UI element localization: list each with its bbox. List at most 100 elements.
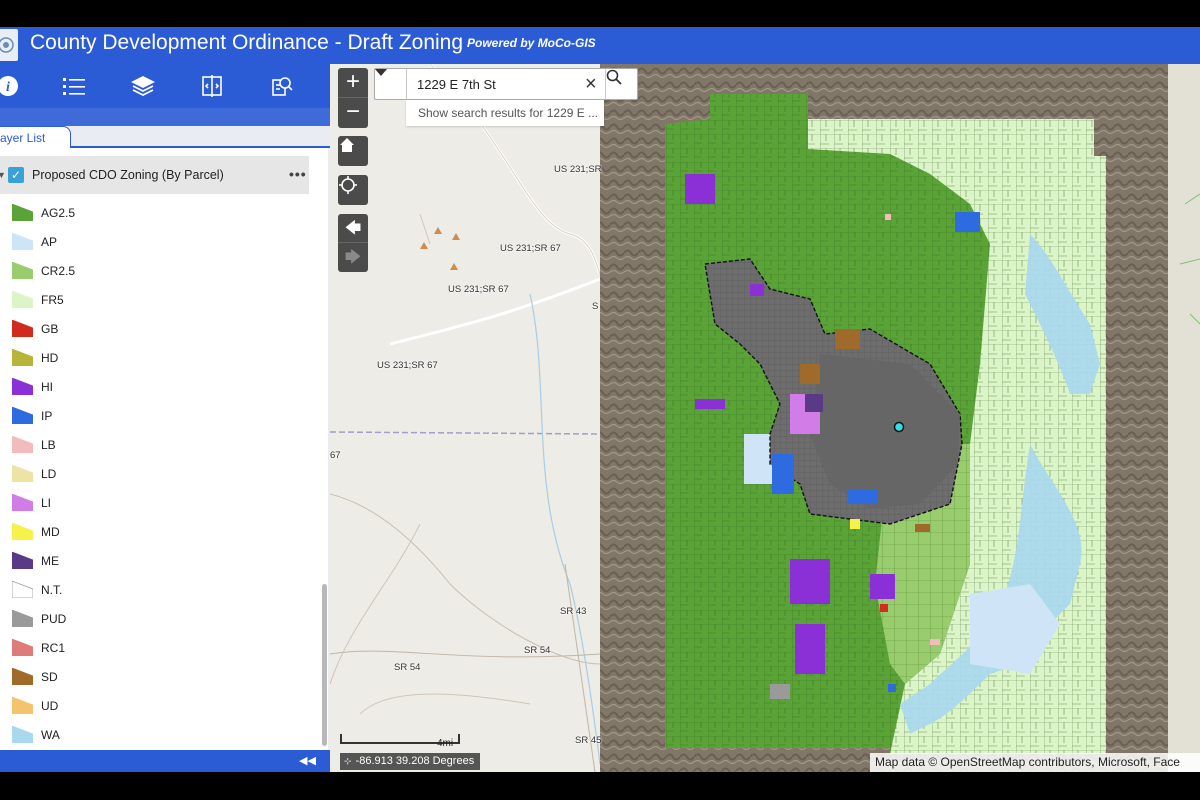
layer-list: ▼ ✓ Proposed CDO Zoning (By Parcel) ••• … bbox=[0, 148, 328, 750]
search-button[interactable] bbox=[605, 69, 637, 99]
info-icon[interactable]: i bbox=[0, 72, 22, 100]
legend-swatch bbox=[12, 668, 33, 685]
legend-label: HD bbox=[41, 351, 59, 365]
county-logo bbox=[0, 29, 18, 61]
legend-label: N.T. bbox=[41, 583, 63, 597]
map-view[interactable]: + − 🡄 🡆 × Show search results for 1229 E… bbox=[330, 64, 1200, 772]
search-suggestion[interactable]: Show search results for 1229 E ... bbox=[406, 100, 604, 126]
search-input[interactable] bbox=[417, 77, 577, 92]
road-label: US 231;SR 67 bbox=[448, 284, 509, 295]
road-label: 67 bbox=[330, 450, 341, 461]
legend-label: UD bbox=[41, 699, 59, 713]
legend-list-icon[interactable] bbox=[60, 72, 88, 100]
search-source-dropdown[interactable] bbox=[375, 69, 407, 99]
legend-item: HD bbox=[12, 349, 292, 369]
legend-swatch bbox=[12, 204, 33, 221]
panel-scrollbar[interactable] bbox=[322, 584, 327, 746]
legend-label: HI bbox=[41, 380, 53, 394]
legend-item: IP bbox=[12, 407, 292, 427]
legend-swatch bbox=[12, 262, 33, 279]
expand-icon[interactable]: ▼ bbox=[0, 170, 6, 180]
legend-label: AP bbox=[41, 235, 58, 249]
coordinate-readout: ⊹ -86.913 39.208 Degrees bbox=[340, 753, 481, 770]
road-label: US 231;SR bbox=[554, 164, 602, 175]
app-header: County Development Ordinance - Draft Zon… bbox=[0, 27, 1200, 64]
legend-label: CR2.5 bbox=[41, 264, 76, 278]
legend-item: SD bbox=[12, 668, 292, 688]
legend-swatch bbox=[12, 436, 33, 453]
zoom-out-button[interactable]: − bbox=[338, 98, 368, 128]
legend-swatch bbox=[12, 726, 33, 743]
zoom-controls: + − bbox=[338, 68, 368, 128]
legend-swatch bbox=[12, 639, 33, 656]
road-label: S bbox=[592, 301, 599, 312]
legend-item: AG2.5 bbox=[12, 204, 292, 224]
query-icon[interactable] bbox=[268, 72, 296, 100]
legend-swatch bbox=[12, 494, 33, 511]
toolbar-divider bbox=[0, 108, 330, 126]
legend-swatch bbox=[12, 465, 33, 482]
app-title: County Development Ordinance - Draft Zon… bbox=[30, 31, 464, 54]
previous-extent-button[interactable]: 🡄 bbox=[338, 214, 368, 243]
scale-label: 4mi bbox=[437, 738, 454, 749]
clear-search-icon[interactable]: × bbox=[585, 73, 597, 96]
legend-swatch bbox=[12, 581, 33, 598]
legend-swatch bbox=[12, 378, 33, 395]
layer-name: Proposed CDO Zoning (By Parcel) bbox=[32, 168, 224, 182]
legend-label: ME bbox=[41, 554, 59, 568]
coordinate-icon: ⊹ bbox=[344, 756, 352, 766]
legend-item: RC1 bbox=[12, 639, 292, 659]
legend-item: WA bbox=[12, 726, 292, 746]
legend-label: MD bbox=[41, 525, 60, 539]
legend-item: MD bbox=[12, 523, 292, 543]
legend-item: GB bbox=[12, 320, 292, 340]
extent-navigation: 🡄 🡆 bbox=[338, 214, 368, 272]
legend-label: LI bbox=[41, 496, 52, 510]
collapse-panel-icon[interactable]: ◀◀ bbox=[299, 754, 316, 767]
legend-item: AP bbox=[12, 233, 292, 253]
road-label: SR 54 bbox=[524, 645, 551, 656]
road-label: US 231;SR 67 bbox=[500, 243, 561, 254]
zoom-in-button[interactable]: + bbox=[338, 68, 368, 98]
legend-swatch bbox=[12, 697, 33, 714]
road-label: SR 45 bbox=[575, 735, 602, 746]
legend-swatch bbox=[12, 610, 33, 627]
legend-item: UD bbox=[12, 697, 292, 717]
legend-item: LB bbox=[12, 436, 292, 456]
legend-item: LI bbox=[12, 494, 292, 514]
next-extent-button[interactable]: 🡆 bbox=[338, 243, 368, 272]
legend-item: ME bbox=[12, 552, 292, 572]
search-widget: × bbox=[374, 68, 638, 100]
road-label: US 231;SR 67 bbox=[377, 360, 438, 371]
more-options-icon[interactable]: ••• bbox=[289, 166, 307, 182]
legend-item: PUD bbox=[12, 610, 292, 630]
legend-label: IP bbox=[41, 409, 53, 423]
locate-button[interactable] bbox=[338, 175, 368, 205]
swipe-icon[interactable] bbox=[198, 72, 226, 100]
legend-swatch bbox=[12, 407, 33, 424]
legend-swatch bbox=[12, 233, 33, 250]
legend-label: WA bbox=[41, 728, 60, 742]
layer-row[interactable]: ▼ ✓ Proposed CDO Zoning (By Parcel) ••• bbox=[0, 156, 309, 194]
legend-item: FR5 bbox=[12, 291, 292, 311]
road-label: SR 43 bbox=[560, 606, 587, 617]
home-icon bbox=[340, 138, 354, 152]
legend-label: SD bbox=[41, 670, 58, 684]
map-canvas[interactable] bbox=[330, 64, 1200, 772]
widget-toolbar: i bbox=[0, 64, 330, 108]
layers-icon[interactable] bbox=[129, 72, 157, 100]
panel-footer: ◀◀ bbox=[0, 750, 330, 772]
layer-list-panel: ayer List ▼ ✓ Proposed CDO Zoning (By Pa… bbox=[0, 126, 330, 750]
legend-label: AG2.5 bbox=[41, 206, 76, 220]
svg-text:i: i bbox=[6, 80, 10, 95]
layer-visibility-checkbox[interactable]: ✓ bbox=[8, 167, 24, 183]
legend-swatch bbox=[12, 552, 33, 569]
locate-icon bbox=[339, 176, 357, 194]
caret-down-icon bbox=[375, 69, 387, 76]
legend-swatch bbox=[12, 523, 33, 540]
legend-label: RC1 bbox=[41, 641, 66, 655]
tab-layer-list[interactable]: ayer List bbox=[0, 126, 71, 148]
home-button[interactable] bbox=[338, 136, 368, 166]
search-icon bbox=[606, 69, 622, 85]
legend-label: LB bbox=[41, 438, 56, 452]
